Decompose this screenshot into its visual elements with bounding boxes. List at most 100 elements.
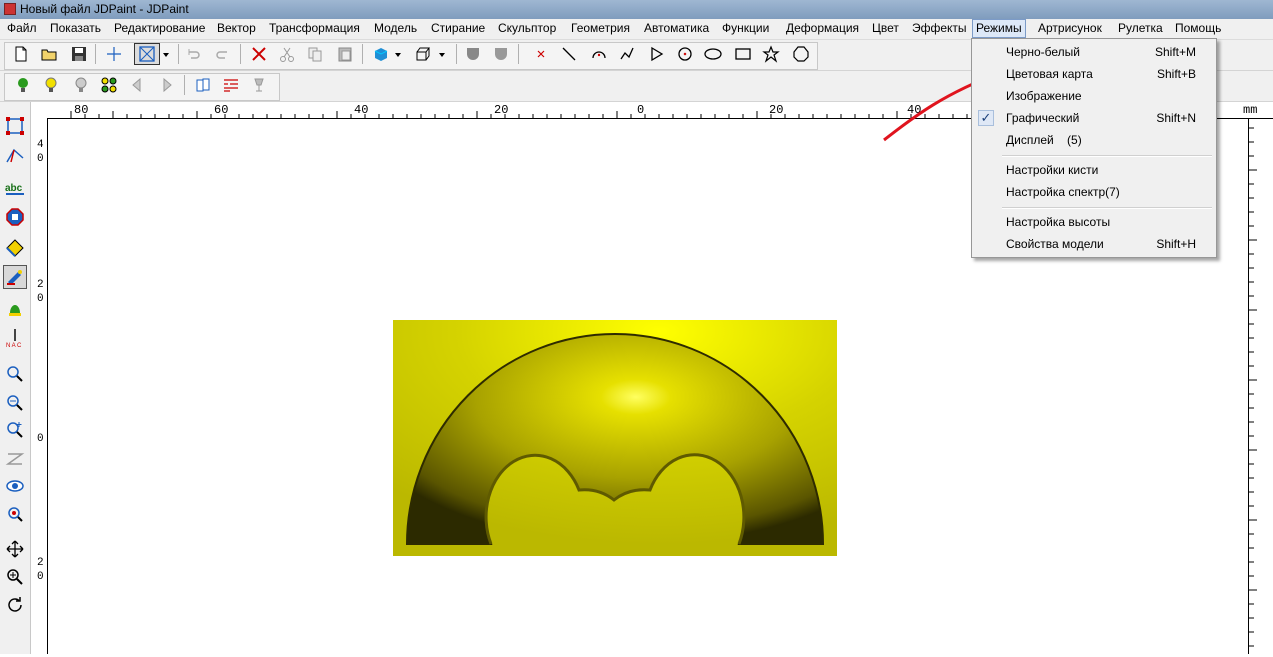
point-icon[interactable]: [530, 43, 552, 65]
svg-text:abc: abc: [5, 183, 23, 194]
menu-item-brush-settings[interactable]: Настройки кисти: [972, 159, 1216, 181]
bell-shape-icon[interactable]: [3, 296, 27, 320]
ruler-label: 0: [637, 103, 645, 117]
menu-deformation[interactable]: Деформация: [783, 19, 862, 38]
ruler-label: 40: [37, 139, 44, 165]
menu-show[interactable]: Показать: [47, 19, 104, 38]
menu-sculptor[interactable]: Скульптор: [495, 19, 559, 38]
menu-color[interactable]: Цвет: [869, 19, 902, 38]
ruler-label: 20: [37, 557, 44, 583]
pan-move-icon[interactable]: [3, 537, 27, 561]
menu-artdrawing[interactable]: Артрисунок: [1035, 19, 1105, 38]
layers-icon[interactable]: [192, 74, 214, 96]
menu-ruler[interactable]: Рулетка: [1115, 19, 1166, 38]
ellipse-icon[interactable]: [702, 43, 724, 65]
menu-item-label: Графический: [1006, 111, 1080, 125]
back-icon[interactable]: [126, 74, 148, 96]
chevron-down-icon[interactable]: [392, 43, 404, 65]
triangle-icon[interactable]: [646, 43, 668, 65]
shade-view-icon[interactable]: [462, 43, 484, 65]
zoom-in-icon[interactable]: [3, 418, 27, 442]
menu-item-model-properties[interactable]: Свойства модели Shift+H: [972, 233, 1216, 255]
lamp-icon[interactable]: [248, 74, 270, 96]
relief-model-render: [393, 320, 837, 556]
polygon-icon[interactable]: [790, 43, 812, 65]
save-icon[interactable]: [68, 43, 90, 65]
view-eye-icon[interactable]: [3, 474, 27, 498]
menu-geometry[interactable]: Геометрия: [568, 19, 633, 38]
menu-item-color-map[interactable]: Цветовая карта Shift+B: [972, 63, 1216, 85]
polyline-icon[interactable]: [616, 43, 638, 65]
zoom-extents-icon[interactable]: [3, 502, 27, 526]
zoom-realtime-icon[interactable]: [3, 565, 27, 589]
window-title: Новый файл JDPaint - JDPaint: [20, 2, 189, 16]
menu-item-black-white[interactable]: Черно-белый Shift+M: [972, 41, 1216, 63]
menu-item-shortcut: Shift+B: [1156, 67, 1196, 81]
pattern-icon[interactable]: [220, 74, 242, 96]
color-cube-icon[interactable]: [370, 43, 392, 65]
vector-edit-icon[interactable]: [3, 144, 27, 168]
menu-item-display[interactable]: Дисплей (5): [972, 129, 1216, 151]
text-tool-icon[interactable]: abc: [3, 176, 27, 200]
menu-help[interactable]: Помощь: [1172, 19, 1224, 38]
menu-modes[interactable]: Режимы: [972, 19, 1026, 38]
box-view-icon[interactable]: [412, 43, 434, 65]
app-icon: [4, 3, 16, 15]
star-icon[interactable]: [760, 43, 782, 65]
open-folder-icon[interactable]: [38, 43, 60, 65]
crosshair-icon[interactable]: [103, 43, 125, 65]
checkmark-icon: ✓: [978, 110, 994, 126]
sculpt-brush-icon[interactable]: [3, 265, 27, 289]
line-icon[interactable]: [558, 43, 580, 65]
new-file-icon[interactable]: [10, 43, 32, 65]
lightbulb-yellow-icon[interactable]: [40, 74, 62, 96]
forward-icon[interactable]: [156, 74, 178, 96]
menu-erase[interactable]: Стирание: [428, 19, 488, 38]
select-node-icon[interactable]: [3, 114, 27, 138]
stop-shape-icon[interactable]: [3, 205, 27, 229]
lightbulb-settings-icon[interactable]: [70, 74, 92, 96]
menu-separator: [1002, 155, 1212, 157]
undo-icon[interactable]: [182, 43, 204, 65]
menu-functions[interactable]: Функции: [719, 19, 772, 38]
select-mode-icon[interactable]: [134, 43, 160, 65]
rotate-view-icon[interactable]: [3, 593, 27, 617]
modes-dropdown-menu: Черно-белый Shift+M Цветовая карта Shift…: [971, 38, 1217, 258]
paste-icon[interactable]: [334, 43, 356, 65]
svg-text:N A C: N A C: [6, 343, 22, 348]
menu-item-shortcut: Shift+H: [1156, 237, 1196, 251]
lightbulb-green-icon[interactable]: [12, 74, 34, 96]
zoom-previous-icon[interactable]: [3, 447, 27, 471]
copy-icon[interactable]: [304, 43, 326, 65]
fill-tool-icon[interactable]: [3, 236, 27, 260]
rectangle-icon[interactable]: [732, 43, 754, 65]
ruler-label: 80: [74, 103, 89, 117]
menu-item-graphic[interactable]: ✓ Графический Shift+N: [972, 107, 1216, 129]
menu-automation[interactable]: Автоматика: [641, 19, 712, 38]
redo-icon[interactable]: [212, 43, 234, 65]
lights-group-icon[interactable]: [98, 74, 120, 96]
circle-icon[interactable]: [674, 43, 696, 65]
menu-item-height-settings[interactable]: Настройка высоты: [972, 211, 1216, 233]
delete-icon[interactable]: [248, 43, 270, 65]
right-ruler: [1248, 118, 1261, 654]
menu-item-image[interactable]: Изображение: [972, 85, 1216, 107]
ruler-label: 60: [214, 103, 229, 117]
menu-vector[interactable]: Вектор: [214, 19, 259, 38]
menu-model[interactable]: Модель: [371, 19, 420, 38]
menu-transform[interactable]: Трансформация: [266, 19, 363, 38]
chevron-down-icon[interactable]: [436, 43, 448, 65]
ruler-label: 0: [37, 433, 44, 445]
arc-icon[interactable]: [588, 43, 610, 65]
menu-file[interactable]: Файл: [4, 19, 40, 38]
nac-tool-icon[interactable]: N A C: [3, 326, 27, 350]
menu-effects[interactable]: Эффекты: [909, 19, 970, 38]
zoom-out-icon[interactable]: [3, 391, 27, 415]
chevron-down-icon[interactable]: [160, 43, 172, 65]
zoom-window-icon[interactable]: [3, 362, 27, 386]
menu-item-label: Цветовая карта: [1006, 67, 1093, 81]
menu-item-spectrum-settings[interactable]: Настройка спектр(7): [972, 181, 1216, 203]
shade-view-2-icon[interactable]: [490, 43, 512, 65]
cut-icon[interactable]: [276, 43, 298, 65]
menu-edit[interactable]: Редактирование: [111, 19, 208, 38]
